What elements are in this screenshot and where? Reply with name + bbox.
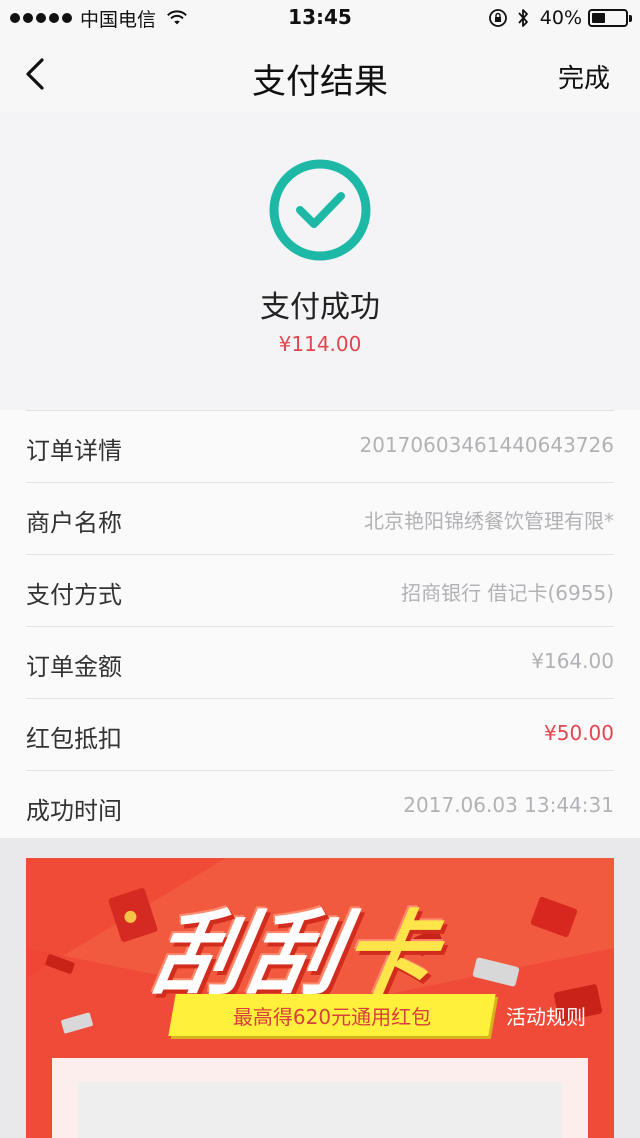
title-part-1: 刮刮 (145, 901, 353, 1008)
row-label: 红包抵扣 (26, 725, 122, 753)
status-bar: 中国电信 13:45 40% (0, 0, 640, 36)
row-value: 招商银行 借记卡(6955) (401, 581, 614, 605)
order-amount-row: 订单金额 ¥164.00 (26, 626, 614, 698)
row-label: 成功时间 (26, 797, 122, 825)
payment-method-row: 支付方式 招商银行 借记卡(6955) (26, 554, 614, 626)
page-title: 支付结果 (252, 62, 388, 102)
row-value: 北京艳阳锦绣餐饮管理有限* (364, 509, 614, 533)
row-label: 支付方式 (26, 581, 122, 609)
activity-rules-link[interactable]: 活动规则 (506, 1001, 586, 1030)
back-chevron-icon[interactable] (18, 52, 58, 96)
bluetooth-icon (518, 9, 528, 27)
row-label: 订单详情 (26, 437, 122, 465)
success-time-row: 成功时间 2017.06.03 13:44:31 (26, 770, 614, 842)
success-check-icon (269, 159, 371, 261)
scratch-area-frame (52, 1058, 588, 1138)
battery-percentage: 40% (539, 7, 582, 29)
rotation-lock-icon (488, 9, 507, 27)
merchant-name-row: 商户名称 北京艳阳锦绣餐饮管理有限* (26, 482, 614, 554)
status-right: 40% (488, 5, 632, 31)
battery-level (592, 13, 605, 23)
promo-subtitle: 最高得620元通用红包 (232, 1005, 432, 1029)
scratch-area[interactable] (78, 1082, 562, 1138)
done-button[interactable]: 完成 (558, 58, 610, 95)
battery-icon (588, 9, 632, 27)
order-number-row: 订单详情 20170603461440643726 (26, 410, 614, 482)
row-label: 商户名称 (26, 509, 122, 537)
row-label: 订单金额 (26, 653, 122, 681)
payment-result-summary: 支付成功 ¥114.00 (0, 112, 640, 410)
title-part-2: 卡 (333, 901, 447, 1008)
row-value: 2017.06.03 13:44:31 (403, 793, 614, 817)
scratch-card-banner[interactable]: 刮刮卡 最高得620元通用红包 活动规则 (26, 858, 614, 1138)
row-value: ¥50.00 (544, 721, 614, 745)
row-value: 20170603461440643726 (359, 433, 615, 457)
order-details-list: 订单详情 20170603461440643726 商户名称 北京艳阳锦绣餐饮管… (0, 410, 640, 838)
red-packet-deduction-row: 红包抵扣 ¥50.00 (26, 698, 614, 770)
paid-amount: ¥114.00 (278, 332, 362, 356)
success-title: 支付成功 (260, 290, 380, 325)
navigation-bar: 支付结果 完成 (0, 36, 640, 112)
row-value: ¥164.00 (531, 649, 614, 673)
